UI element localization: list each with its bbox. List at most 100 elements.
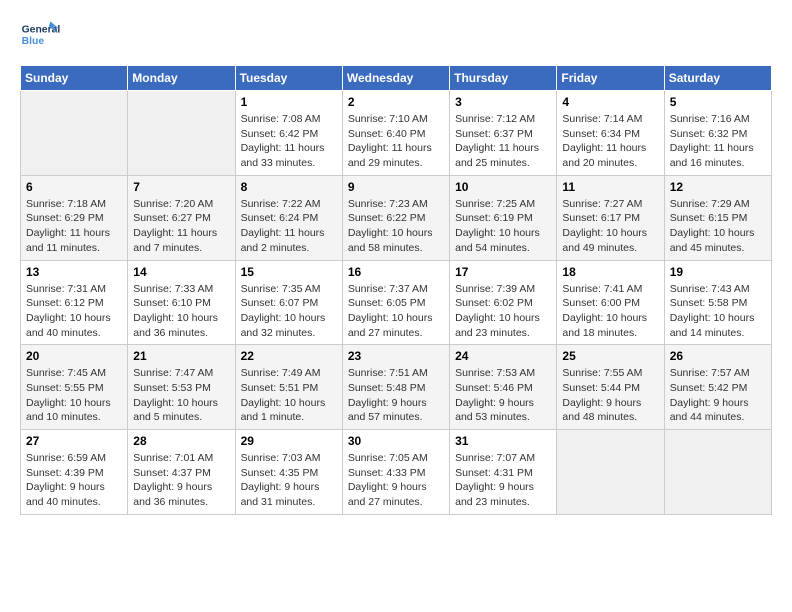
day-cell: 20 Sunrise: 7:45 AM Sunset: 5:55 PM Dayli… <box>21 345 128 430</box>
day-number: 22 <box>241 349 337 363</box>
day-cell: 3 Sunrise: 7:12 AM Sunset: 6:37 PM Daylig… <box>450 91 557 176</box>
day-cell: 16 Sunrise: 7:37 AM Sunset: 6:05 PM Dayli… <box>342 260 449 345</box>
day-info: Sunrise: 7:18 AM Sunset: 6:29 PM Dayligh… <box>26 197 122 256</box>
logo-icon: General Blue <box>20 15 60 55</box>
day-info: Sunrise: 7:35 AM Sunset: 6:07 PM Dayligh… <box>241 282 337 341</box>
weekday-header-saturday: Saturday <box>664 66 771 91</box>
day-info: Sunrise: 7:39 AM Sunset: 6:02 PM Dayligh… <box>455 282 551 341</box>
day-number: 24 <box>455 349 551 363</box>
day-cell: 22 Sunrise: 7:49 AM Sunset: 5:51 PM Dayli… <box>235 345 342 430</box>
day-cell: 14 Sunrise: 7:33 AM Sunset: 6:10 PM Dayli… <box>128 260 235 345</box>
day-info: Sunrise: 7:53 AM Sunset: 5:46 PM Dayligh… <box>455 366 551 425</box>
day-number: 31 <box>455 434 551 448</box>
day-info: Sunrise: 7:20 AM Sunset: 6:27 PM Dayligh… <box>133 197 229 256</box>
day-info: Sunrise: 7:23 AM Sunset: 6:22 PM Dayligh… <box>348 197 444 256</box>
day-cell: 8Sunrise: 7:22 AM Sunset: 6:24 PM Daylig… <box>235 175 342 260</box>
day-info: Sunrise: 7:01 AM Sunset: 4:37 PM Dayligh… <box>133 451 229 510</box>
day-number: 9 <box>348 180 444 194</box>
day-info: Sunrise: 7:57 AM Sunset: 5:42 PM Dayligh… <box>670 366 766 425</box>
day-number: 13 <box>26 265 122 279</box>
day-cell: 12 Sunrise: 7:29 AM Sunset: 6:15 PM Dayli… <box>664 175 771 260</box>
day-info: Sunrise: 7:27 AM Sunset: 6:17 PM Dayligh… <box>562 197 658 256</box>
logo: General Blue <box>20 15 60 55</box>
day-info: Sunrise: 7:43 AM Sunset: 5:58 PM Dayligh… <box>670 282 766 341</box>
week-row-4: 20 Sunrise: 7:45 AM Sunset: 5:55 PM Dayli… <box>21 345 772 430</box>
day-info: Sunrise: 7:03 AM Sunset: 4:35 PM Dayligh… <box>241 451 337 510</box>
day-number: 5 <box>670 95 766 109</box>
day-number: 21 <box>133 349 229 363</box>
day-cell <box>664 430 771 515</box>
day-number: 20 <box>26 349 122 363</box>
day-number: 17 <box>455 265 551 279</box>
day-number: 16 <box>348 265 444 279</box>
day-cell: 24 Sunrise: 7:53 AM Sunset: 5:46 PM Dayli… <box>450 345 557 430</box>
day-cell: 5 Sunrise: 7:16 AM Sunset: 6:32 PM Daylig… <box>664 91 771 176</box>
day-info: Sunrise: 7:55 AM Sunset: 5:44 PM Dayligh… <box>562 366 658 425</box>
weekday-header-sunday: Sunday <box>21 66 128 91</box>
svg-text:Blue: Blue <box>22 36 45 47</box>
day-number: 14 <box>133 265 229 279</box>
day-cell <box>557 430 664 515</box>
day-info: Sunrise: 7:22 AM Sunset: 6:24 PM Dayligh… <box>241 197 337 256</box>
day-cell <box>21 91 128 176</box>
day-cell: 26 Sunrise: 7:57 AM Sunset: 5:42 PM Dayli… <box>664 345 771 430</box>
day-cell: 23 Sunrise: 7:51 AM Sunset: 5:48 PM Dayli… <box>342 345 449 430</box>
weekday-header-tuesday: Tuesday <box>235 66 342 91</box>
day-info: Sunrise: 7:49 AM Sunset: 5:51 PM Dayligh… <box>241 366 337 425</box>
weekday-header-row: SundayMondayTuesdayWednesdayThursdayFrid… <box>21 66 772 91</box>
day-cell: 29 Sunrise: 7:03 AM Sunset: 4:35 PM Dayli… <box>235 430 342 515</box>
day-cell: 7 Sunrise: 7:20 AM Sunset: 6:27 PM Daylig… <box>128 175 235 260</box>
day-info: Sunrise: 7:33 AM Sunset: 6:10 PM Dayligh… <box>133 282 229 341</box>
day-info: Sunrise: 7:16 AM Sunset: 6:32 PM Dayligh… <box>670 112 766 171</box>
day-info: Sunrise: 7:10 AM Sunset: 6:40 PM Dayligh… <box>348 112 444 171</box>
day-info: Sunrise: 6:59 AM Sunset: 4:39 PM Dayligh… <box>26 451 122 510</box>
day-cell: 27Sunrise: 6:59 AM Sunset: 4:39 PM Dayli… <box>21 430 128 515</box>
day-number: 30 <box>348 434 444 448</box>
day-info: Sunrise: 7:45 AM Sunset: 5:55 PM Dayligh… <box>26 366 122 425</box>
day-cell: 6Sunrise: 7:18 AM Sunset: 6:29 PM Daylig… <box>21 175 128 260</box>
day-info: Sunrise: 7:25 AM Sunset: 6:19 PM Dayligh… <box>455 197 551 256</box>
day-number: 4 <box>562 95 658 109</box>
day-number: 11 <box>562 180 658 194</box>
day-info: Sunrise: 7:31 AM Sunset: 6:12 PM Dayligh… <box>26 282 122 341</box>
day-info: Sunrise: 7:29 AM Sunset: 6:15 PM Dayligh… <box>670 197 766 256</box>
day-cell: 10 Sunrise: 7:25 AM Sunset: 6:19 PM Dayli… <box>450 175 557 260</box>
day-number: 10 <box>455 180 551 194</box>
day-cell <box>128 91 235 176</box>
day-cell: 2 Sunrise: 7:10 AM Sunset: 6:40 PM Daylig… <box>342 91 449 176</box>
day-info: Sunrise: 7:08 AM Sunset: 6:42 PM Dayligh… <box>241 112 337 171</box>
day-cell: 30 Sunrise: 7:05 AM Sunset: 4:33 PM Dayli… <box>342 430 449 515</box>
week-row-3: 13 Sunrise: 7:31 AM Sunset: 6:12 PM Dayli… <box>21 260 772 345</box>
day-number: 28 <box>133 434 229 448</box>
day-number: 19 <box>670 265 766 279</box>
day-info: Sunrise: 7:05 AM Sunset: 4:33 PM Dayligh… <box>348 451 444 510</box>
day-number: 15 <box>241 265 337 279</box>
day-number: 18 <box>562 265 658 279</box>
day-info: Sunrise: 7:07 AM Sunset: 4:31 PM Dayligh… <box>455 451 551 510</box>
day-cell: 11 Sunrise: 7:27 AM Sunset: 6:17 PM Dayli… <box>557 175 664 260</box>
day-number: 2 <box>348 95 444 109</box>
week-row-2: 6Sunrise: 7:18 AM Sunset: 6:29 PM Daylig… <box>21 175 772 260</box>
day-info: Sunrise: 7:51 AM Sunset: 5:48 PM Dayligh… <box>348 366 444 425</box>
weekday-header-monday: Monday <box>128 66 235 91</box>
day-cell: 4 Sunrise: 7:14 AM Sunset: 6:34 PM Daylig… <box>557 91 664 176</box>
week-row-5: 27Sunrise: 6:59 AM Sunset: 4:39 PM Dayli… <box>21 430 772 515</box>
day-cell: 21Sunrise: 7:47 AM Sunset: 5:53 PM Dayli… <box>128 345 235 430</box>
day-cell: 17 Sunrise: 7:39 AM Sunset: 6:02 PM Dayli… <box>450 260 557 345</box>
day-info: Sunrise: 7:14 AM Sunset: 6:34 PM Dayligh… <box>562 112 658 171</box>
day-number: 12 <box>670 180 766 194</box>
day-number: 3 <box>455 95 551 109</box>
day-number: 23 <box>348 349 444 363</box>
day-cell: 15 Sunrise: 7:35 AM Sunset: 6:07 PM Dayli… <box>235 260 342 345</box>
weekday-header-friday: Friday <box>557 66 664 91</box>
day-number: 26 <box>670 349 766 363</box>
day-info: Sunrise: 7:37 AM Sunset: 6:05 PM Dayligh… <box>348 282 444 341</box>
day-number: 7 <box>133 180 229 194</box>
day-cell: 19 Sunrise: 7:43 AM Sunset: 5:58 PM Dayli… <box>664 260 771 345</box>
day-number: 29 <box>241 434 337 448</box>
day-info: Sunrise: 7:12 AM Sunset: 6:37 PM Dayligh… <box>455 112 551 171</box>
page-header: General Blue <box>20 15 772 55</box>
day-cell: 28 Sunrise: 7:01 AM Sunset: 4:37 PM Dayli… <box>128 430 235 515</box>
day-cell: 18 Sunrise: 7:41 AM Sunset: 6:00 PM Dayli… <box>557 260 664 345</box>
day-info: Sunrise: 7:41 AM Sunset: 6:00 PM Dayligh… <box>562 282 658 341</box>
